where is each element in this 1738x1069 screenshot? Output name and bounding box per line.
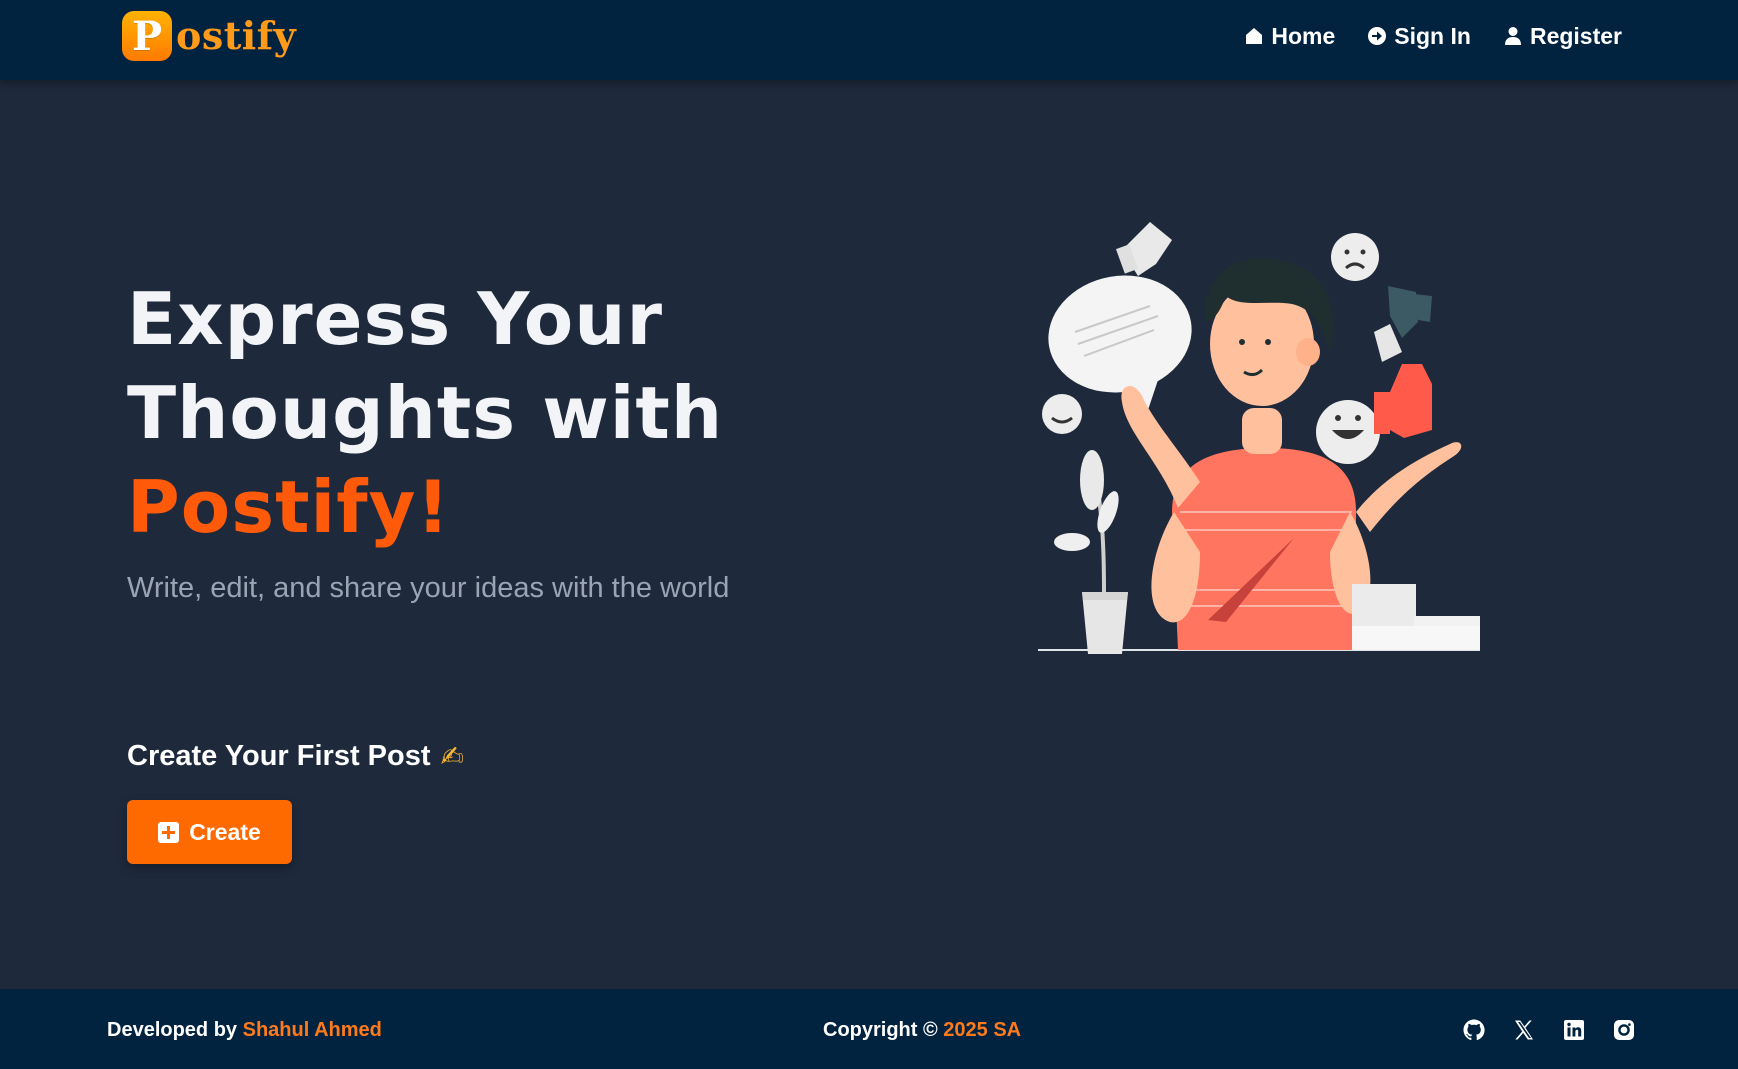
create-post-button[interactable]: Create (127, 800, 292, 864)
speech-bubble (1048, 275, 1192, 410)
hero-illustration (1038, 222, 1480, 654)
plus-square-icon (158, 821, 180, 843)
cta-heading: Create Your First Post ✍ (127, 740, 464, 773)
linkedin-icon[interactable] (1562, 1018, 1586, 1042)
copyright-label: Copyright © (823, 1019, 938, 1041)
github-icon[interactable] (1462, 1018, 1486, 1042)
boxes (1352, 584, 1480, 650)
create-button-label: Create (189, 818, 261, 845)
instagram-icon[interactable] (1612, 1018, 1636, 1042)
home-icon (1246, 28, 1263, 44)
hero-title: Express Your Thoughts with Postify! (127, 272, 927, 554)
developer-name-link[interactable]: Shahul Ahmed (243, 1019, 382, 1041)
nav-register-link[interactable]: Register (1503, 23, 1622, 50)
footer-copyright: Copyright © 2025 SA (823, 1019, 1021, 1042)
developed-by-label: Developed by (107, 1019, 238, 1041)
brand-mark-logo: P (122, 11, 172, 61)
social-links (1462, 1018, 1636, 1042)
brand-logo-link[interactable]: P ostify (122, 10, 296, 62)
nav-home-label: Home (1271, 22, 1336, 49)
user-icon (1504, 27, 1521, 45)
hero-title-accent: Postify! (127, 465, 451, 549)
cta-heading-text: Create Your First Post (127, 740, 431, 772)
copyright-year: 2025 SA (943, 1019, 1022, 1041)
nav-home-link[interactable]: Home (1244, 23, 1335, 50)
plant-pot (1054, 450, 1128, 654)
writing-hand-icon: ✍ (440, 740, 464, 773)
top-navbar: P ostify Home Sign In Register (0, 0, 1738, 80)
footer-developer-credit: Developed by Shahul Ahmed (107, 1019, 382, 1042)
nav-links: Home Sign In Register (1244, 18, 1622, 54)
nav-sign-in-label: Sign In (1394, 22, 1471, 49)
hero-subtitle: Write, edit, and share your ideas with t… (127, 572, 730, 604)
nav-sign-in-link[interactable]: Sign In (1367, 23, 1471, 50)
footer: Developed by Shahul Ahmed Copyright © 20… (0, 989, 1738, 1069)
hero-title-line2: Thoughts with (127, 371, 724, 455)
x-icon[interactable] (1512, 1018, 1536, 1042)
sign-in-icon (1368, 27, 1387, 45)
brand-name: ostify (176, 13, 297, 58)
nav-register-label: Register (1529, 22, 1622, 49)
hero-title-line1: Express Your (127, 277, 664, 361)
